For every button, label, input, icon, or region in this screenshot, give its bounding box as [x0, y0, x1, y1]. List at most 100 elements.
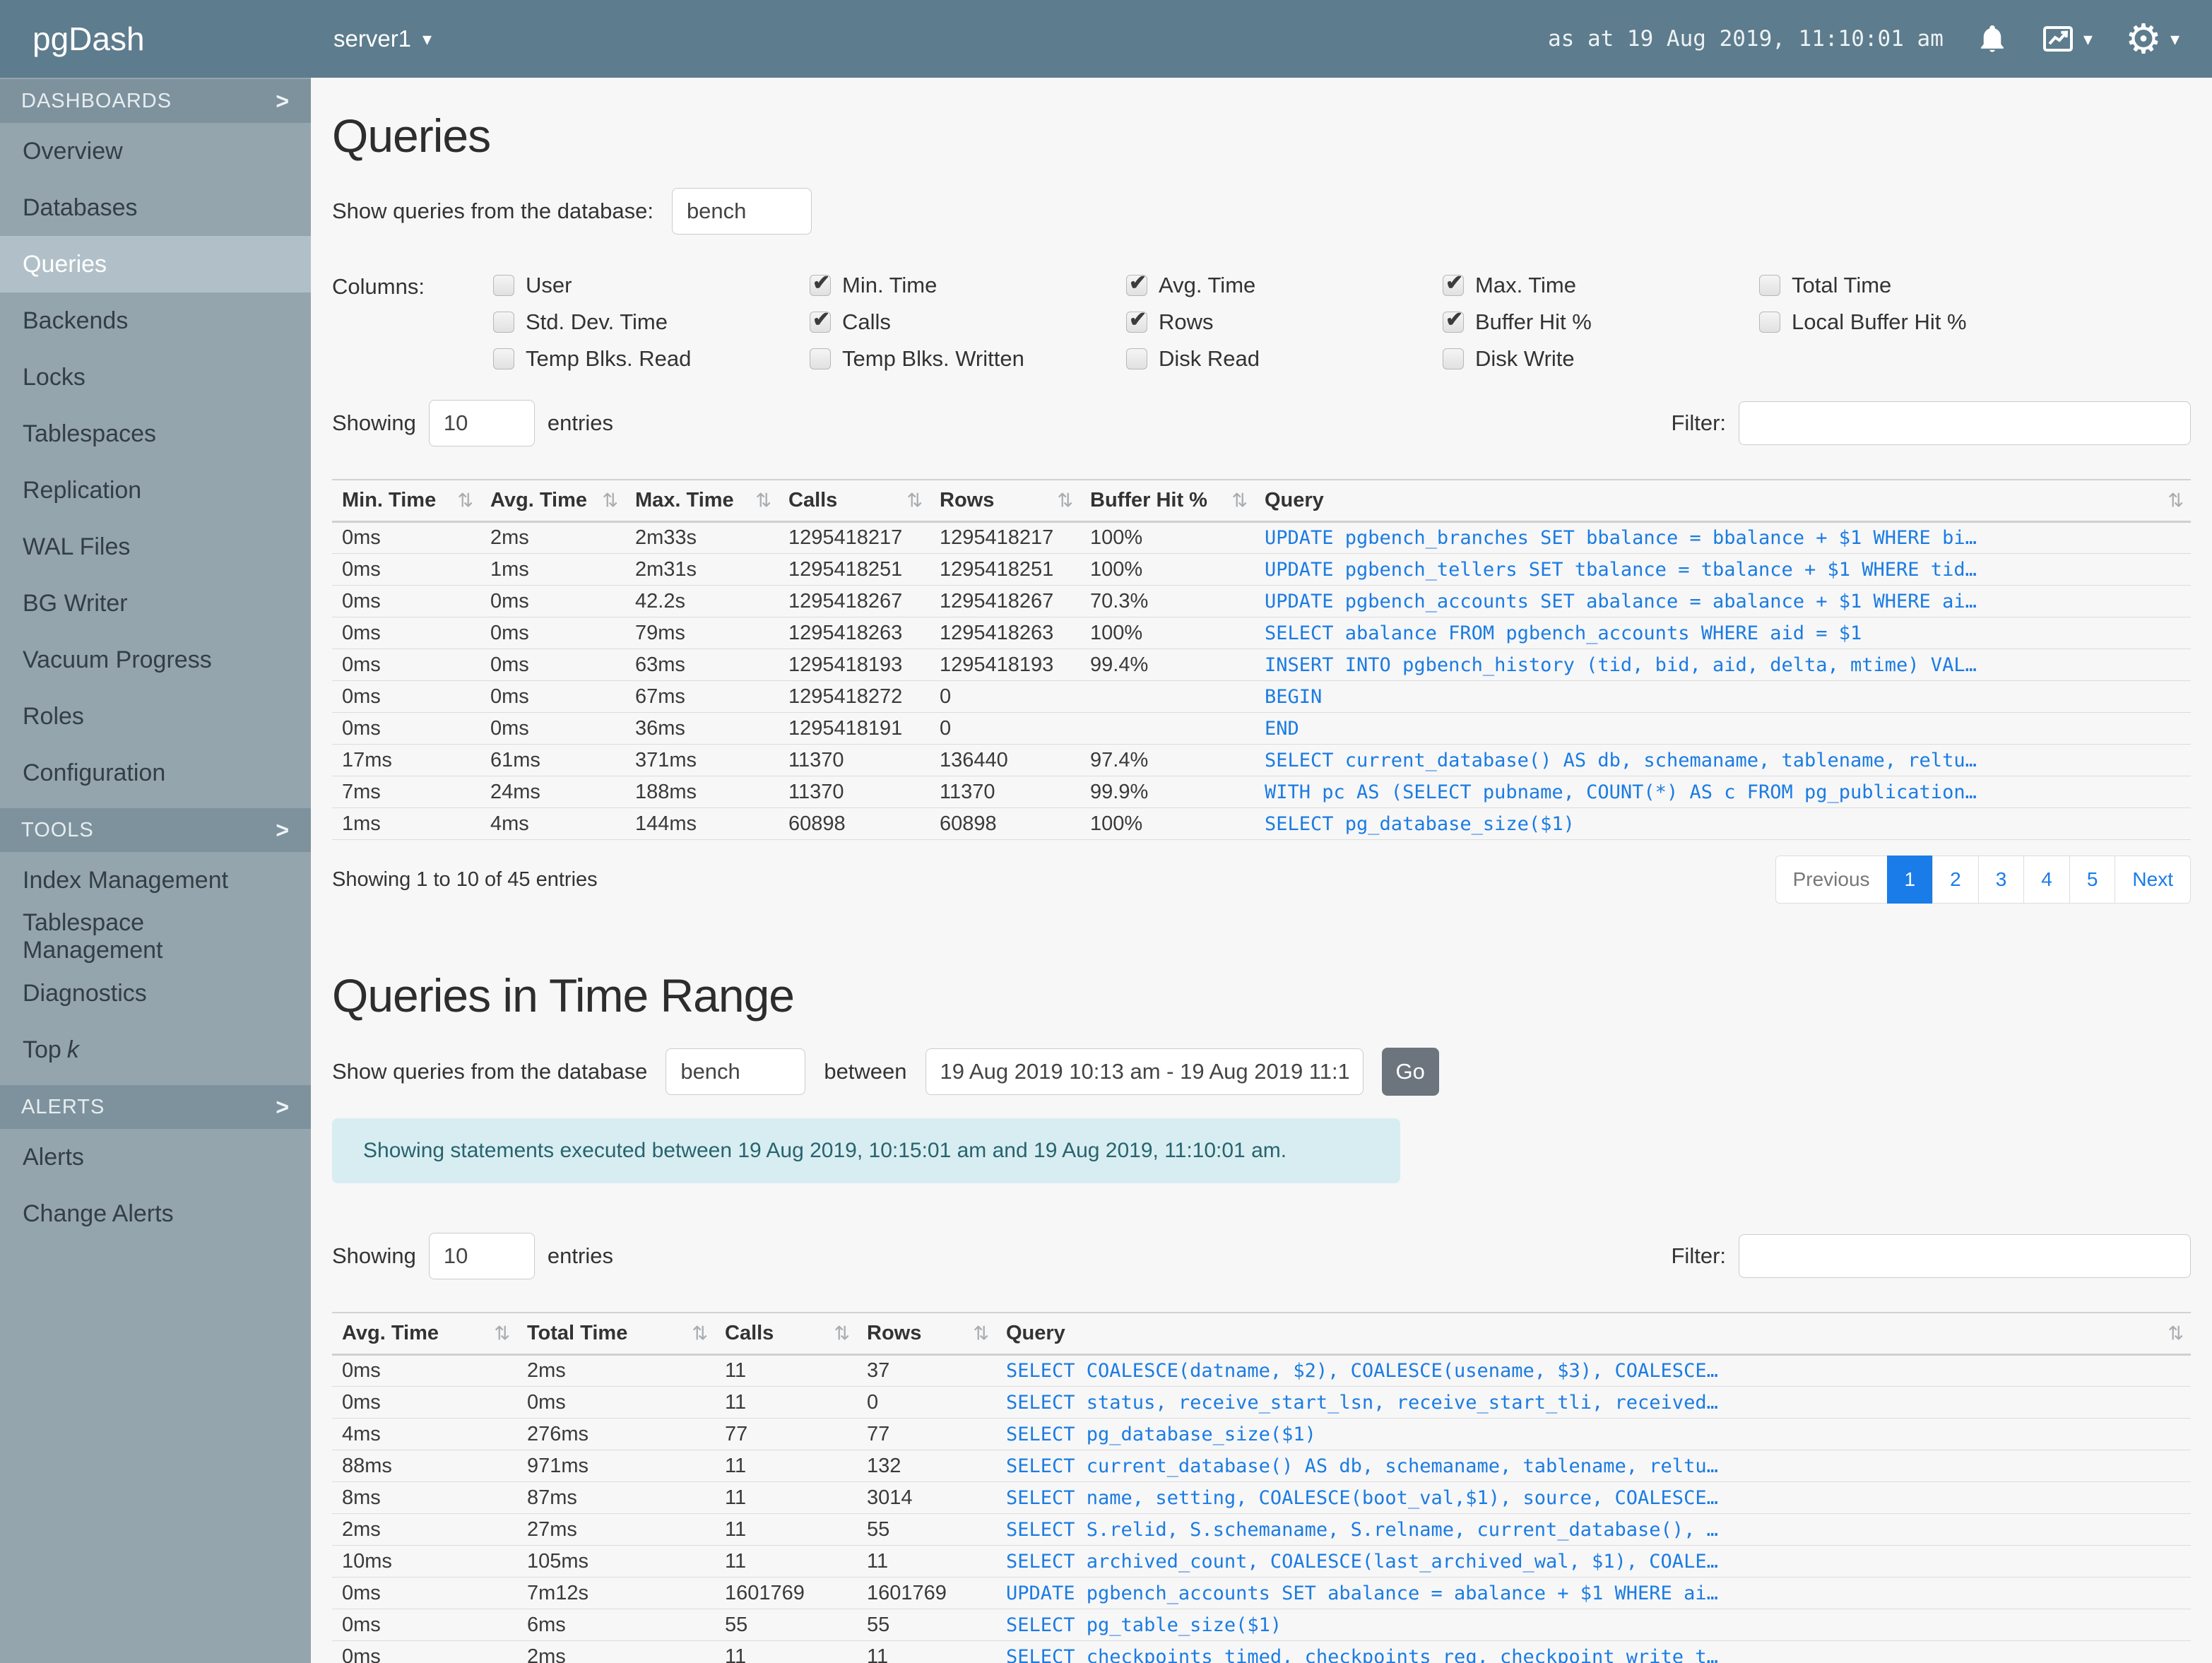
pagination-3[interactable]: 3 — [1977, 856, 2025, 904]
sort-icon[interactable]: ⇅ — [1057, 490, 1073, 511]
checkbox-checked-icon[interactable] — [1126, 307, 1147, 333]
sort-icon[interactable]: ⇅ — [1231, 490, 1248, 511]
sort-icon[interactable]: ⇅ — [602, 490, 618, 511]
filter-input-2[interactable] — [1739, 1234, 2191, 1278]
query-link[interactable]: SELECT name, setting, COALESCE(boot_val,… — [996, 1481, 2191, 1514]
server-selector[interactable]: server1 ▾ — [333, 25, 432, 52]
checkbox-checked-icon[interactable] — [810, 307, 831, 333]
column-toggle-calls[interactable]: Calls — [810, 307, 1126, 335]
database-input[interactable] — [671, 188, 812, 235]
column-header-rows[interactable]: Rows ⇅ — [857, 1313, 996, 1356]
sidebar-item-backends[interactable]: Backends — [0, 292, 311, 349]
checkbox-checked-icon[interactable] — [1126, 271, 1147, 296]
column-toggle-user[interactable]: User — [493, 273, 810, 298]
sidebar-item-overview[interactable]: Overview — [0, 123, 311, 179]
checkbox-unchecked-icon[interactable] — [1759, 312, 1780, 333]
pagination-5[interactable]: 5 — [2069, 856, 2116, 904]
column-toggle-temp-blks-written[interactable]: Temp Blks. Written — [810, 346, 1126, 372]
checkbox-unchecked-icon[interactable] — [810, 348, 831, 369]
sort-icon[interactable]: ⇅ — [834, 1322, 850, 1344]
sidebar-item-roles[interactable]: Roles — [0, 688, 311, 745]
query-link[interactable]: SELECT pg_table_size($1) — [996, 1609, 2191, 1641]
sidebar-item-alerts[interactable]: Alerts — [0, 1129, 311, 1185]
query-link[interactable]: SELECT abalance FROM pgbench_accounts WH… — [1255, 617, 2191, 649]
query-link[interactable]: END — [1255, 712, 2191, 745]
pagination-previous[interactable]: Previous — [1775, 856, 1888, 904]
settings-menu-button[interactable]: ⚙ ▾ — [2125, 18, 2180, 59]
filter-input[interactable] — [1739, 401, 2191, 445]
query-link[interactable]: SELECT current_database() AS db, scheman… — [1255, 744, 2191, 776]
checkbox-unchecked-icon[interactable] — [493, 348, 514, 369]
column-header-avg-time[interactable]: Avg. Time ⇅ — [480, 480, 625, 523]
query-link[interactable]: SELECT pg_database_size($1) — [1255, 807, 2191, 840]
query-link[interactable]: UPDATE pgbench_branches SET bbalance = b… — [1255, 521, 2191, 554]
query-link[interactable]: SELECT pg_database_size($1) — [996, 1418, 2191, 1450]
query-link[interactable]: UPDATE pgbench_tellers SET tbalance = tb… — [1255, 553, 2191, 586]
column-toggle-avg-time[interactable]: Avg. Time — [1126, 271, 1443, 298]
query-link[interactable]: SELECT COALESCE(datname, $2), COALESCE(u… — [996, 1354, 2191, 1387]
query-link[interactable]: SELECT archived_count, COALESCE(last_arc… — [996, 1545, 2191, 1578]
column-header-buffer-hit[interactable]: Buffer Hit % ⇅ — [1080, 480, 1255, 523]
page-size-input-2[interactable] — [428, 1233, 535, 1279]
checkbox-unchecked-icon[interactable] — [493, 275, 514, 296]
checkbox-unchecked-icon[interactable] — [1759, 275, 1780, 296]
page-size-input[interactable] — [428, 400, 535, 446]
column-header-query[interactable]: Query ⇅ — [1255, 480, 2191, 523]
sidebar-item-tablespace-management[interactable]: Tablespace Management — [0, 909, 311, 965]
date-range-input[interactable] — [925, 1048, 1364, 1095]
query-link[interactable]: WITH pc AS (SELECT pubname, COUNT(*) AS … — [1255, 776, 2191, 808]
pagination-2[interactable]: 2 — [1932, 856, 1979, 904]
checkbox-checked-icon[interactable] — [810, 271, 831, 296]
sidebar-item-configuration[interactable]: Configuration — [0, 745, 311, 801]
column-toggle-disk-read[interactable]: Disk Read — [1126, 346, 1443, 372]
sidebar-item-replication[interactable]: Replication — [0, 462, 311, 519]
notifications-button[interactable] — [1976, 23, 2009, 55]
sort-icon[interactable]: ⇅ — [2167, 490, 2184, 511]
query-link[interactable]: UPDATE pgbench_accounts SET abalance = a… — [996, 1577, 2191, 1609]
column-header-max-time[interactable]: Max. Time ⇅ — [625, 480, 779, 523]
column-header-total-time[interactable]: Total Time ⇅ — [517, 1313, 715, 1356]
sidebar-section-tools[interactable]: TOOLS > — [0, 808, 311, 852]
checkbox-checked-icon[interactable] — [1443, 271, 1464, 296]
column-header-calls[interactable]: Calls ⇅ — [715, 1313, 857, 1356]
query-link[interactable]: BEGIN — [1255, 680, 2191, 713]
sort-icon[interactable]: ⇅ — [457, 490, 473, 511]
column-header-query[interactable]: Query ⇅ — [996, 1313, 2191, 1356]
query-link[interactable]: SELECT status, receive_start_lsn, receiv… — [996, 1386, 2191, 1419]
column-toggle-temp-blks-read[interactable]: Temp Blks. Read — [493, 346, 810, 372]
sidebar-item-bg-writer[interactable]: BG Writer — [0, 575, 311, 632]
column-header-avg-time[interactable]: Avg. Time ⇅ — [332, 1313, 517, 1356]
column-toggle-min-time[interactable]: Min. Time — [810, 271, 1126, 298]
sidebar-section-alerts[interactable]: ALERTS > — [0, 1085, 311, 1129]
column-toggle-buffer-hit[interactable]: Buffer Hit % — [1443, 307, 1759, 335]
column-header-calls[interactable]: Calls ⇅ — [779, 480, 930, 523]
sort-icon[interactable]: ⇅ — [692, 1322, 708, 1344]
charts-menu-button[interactable]: ▾ — [2041, 22, 2093, 56]
checkbox-unchecked-icon[interactable] — [1126, 348, 1147, 369]
checkbox-unchecked-icon[interactable] — [1443, 348, 1464, 369]
sidebar-item-wal-files[interactable]: WAL Files — [0, 519, 311, 575]
column-toggle-disk-write[interactable]: Disk Write — [1443, 346, 1759, 372]
database-input-2[interactable] — [666, 1048, 806, 1095]
checkbox-checked-icon[interactable] — [1443, 307, 1464, 333]
sidebar-item-change-alerts[interactable]: Change Alerts — [0, 1185, 311, 1242]
sidebar-section-dashboards[interactable]: DASHBOARDS > — [0, 79, 311, 123]
sidebar-item-topk[interactable]: Top k — [0, 1022, 311, 1078]
sidebar-item-index-management[interactable]: Index Management — [0, 852, 311, 909]
column-toggle-local-buffer-hit[interactable]: Local Buffer Hit % — [1759, 309, 2076, 335]
column-header-rows[interactable]: Rows ⇅ — [930, 480, 1080, 523]
pagination-next[interactable]: Next — [2115, 856, 2191, 904]
sidebar-item-tablespaces[interactable]: Tablespaces — [0, 406, 311, 462]
query-link[interactable]: SELECT checkpoints_timed, checkpoints_re… — [996, 1640, 2191, 1663]
column-toggle-std-dev-time[interactable]: Std. Dev. Time — [493, 309, 810, 335]
sidebar-item-queries[interactable]: Queries — [0, 236, 311, 292]
query-link[interactable]: SELECT current_database() AS db, scheman… — [996, 1450, 2191, 1482]
sidebar-item-databases[interactable]: Databases — [0, 179, 311, 236]
sort-icon[interactable]: ⇅ — [494, 1322, 510, 1344]
query-link[interactable]: UPDATE pgbench_accounts SET abalance = a… — [1255, 585, 2191, 617]
sort-icon[interactable]: ⇅ — [973, 1322, 989, 1344]
column-toggle-total-time[interactable]: Total Time — [1759, 273, 2076, 298]
sort-icon[interactable]: ⇅ — [906, 490, 923, 511]
sidebar-item-vacuum-progress[interactable]: Vacuum Progress — [0, 632, 311, 688]
sidebar-item-locks[interactable]: Locks — [0, 349, 311, 406]
